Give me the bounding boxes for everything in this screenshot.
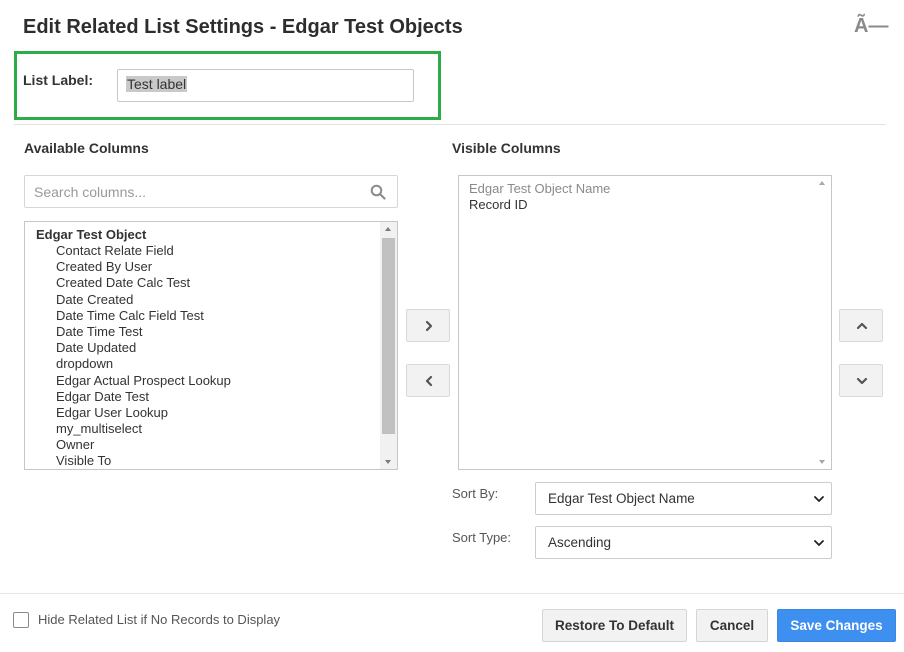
column-option[interactable]: Edgar Actual Prospect Lookup bbox=[25, 373, 381, 389]
available-options: Edgar Test Object Contact Relate Field Cr… bbox=[25, 226, 381, 469]
footer-divider bbox=[0, 593, 904, 594]
column-option[interactable]: Edgar Date Test bbox=[25, 389, 381, 405]
column-option[interactable]: Date Time Calc Field Test bbox=[25, 308, 381, 324]
chevron-down-icon bbox=[814, 540, 824, 546]
scroll-down-arrow-icon[interactable] bbox=[814, 455, 831, 469]
chevron-down-icon bbox=[814, 496, 824, 502]
visible-option[interactable]: Record ID bbox=[459, 197, 814, 213]
column-option[interactable]: Date Time Test bbox=[25, 324, 381, 340]
dialog-title: Edit Related List Settings - Edgar Test … bbox=[23, 16, 463, 38]
column-option[interactable]: Created By User bbox=[25, 259, 381, 275]
sort-type-select[interactable]: Ascending bbox=[535, 526, 832, 559]
scroll-up-arrow-icon[interactable] bbox=[380, 222, 397, 236]
column-option[interactable]: Edgar User Lookup bbox=[25, 405, 381, 421]
remove-column-button[interactable] bbox=[406, 364, 450, 397]
column-option[interactable]: Date Updated bbox=[25, 340, 381, 356]
sort-by-value: Edgar Test Object Name bbox=[548, 491, 695, 506]
list-label-value: Test label bbox=[126, 76, 188, 92]
scroll-thumb[interactable] bbox=[382, 238, 395, 434]
sort-by-label: Sort By: bbox=[452, 486, 499, 501]
list-label-input[interactable]: Test label bbox=[117, 69, 414, 102]
header-divider bbox=[14, 124, 886, 125]
column-option[interactable]: my_multiselect bbox=[25, 421, 381, 437]
save-changes-button[interactable]: Save Changes bbox=[777, 609, 896, 642]
list-label-caption: List Label: bbox=[23, 72, 94, 88]
visible-scrollbar[interactable] bbox=[814, 176, 831, 469]
sort-by-select[interactable]: Edgar Test Object Name bbox=[535, 482, 832, 515]
chevron-right-icon bbox=[425, 320, 433, 332]
restore-default-button[interactable]: Restore To Default bbox=[542, 609, 687, 642]
chevron-down-icon bbox=[856, 377, 868, 385]
search-box bbox=[24, 175, 398, 208]
add-column-button[interactable] bbox=[406, 309, 450, 342]
sort-type-value: Ascending bbox=[548, 535, 612, 550]
hide-related-list-label[interactable]: Hide Related List if No Records to Displ… bbox=[38, 612, 280, 627]
move-up-button[interactable] bbox=[839, 309, 883, 342]
visible-option[interactable]: Edgar Test Object Name bbox=[459, 181, 814, 197]
move-down-button[interactable] bbox=[839, 364, 883, 397]
chevron-left-icon bbox=[425, 375, 433, 387]
column-option[interactable]: Contact Relate Field bbox=[25, 243, 381, 259]
available-scrollbar[interactable] bbox=[380, 222, 397, 469]
search-input[interactable] bbox=[25, 176, 345, 207]
column-option[interactable]: Created Date Calc Test bbox=[25, 275, 381, 291]
available-columns-list[interactable]: Edgar Test Object Contact Relate Field Cr… bbox=[24, 221, 398, 470]
column-option[interactable]: Date Created bbox=[25, 292, 381, 308]
visible-columns-list[interactable]: Edgar Test Object Name Record ID bbox=[458, 175, 832, 470]
column-option[interactable]: Visible To bbox=[25, 453, 381, 469]
visible-options: Edgar Test Object Name Record ID bbox=[459, 181, 814, 213]
sort-type-label: Sort Type: bbox=[452, 530, 512, 545]
available-columns-heading: Available Columns bbox=[24, 140, 149, 156]
column-option[interactable]: Owner bbox=[25, 437, 381, 453]
column-option[interactable]: dropdown bbox=[25, 356, 381, 372]
chevron-up-icon bbox=[856, 322, 868, 330]
visible-columns-heading: Visible Columns bbox=[452, 140, 561, 156]
search-icon[interactable] bbox=[370, 184, 386, 200]
option-group-label: Edgar Test Object bbox=[36, 227, 147, 242]
scroll-up-arrow-icon[interactable] bbox=[814, 176, 831, 190]
scroll-down-arrow-icon[interactable] bbox=[380, 455, 397, 469]
hide-related-list-checkbox[interactable] bbox=[13, 612, 29, 628]
cancel-button[interactable]: Cancel bbox=[696, 609, 768, 642]
close-button[interactable]: Ã— bbox=[854, 15, 888, 38]
